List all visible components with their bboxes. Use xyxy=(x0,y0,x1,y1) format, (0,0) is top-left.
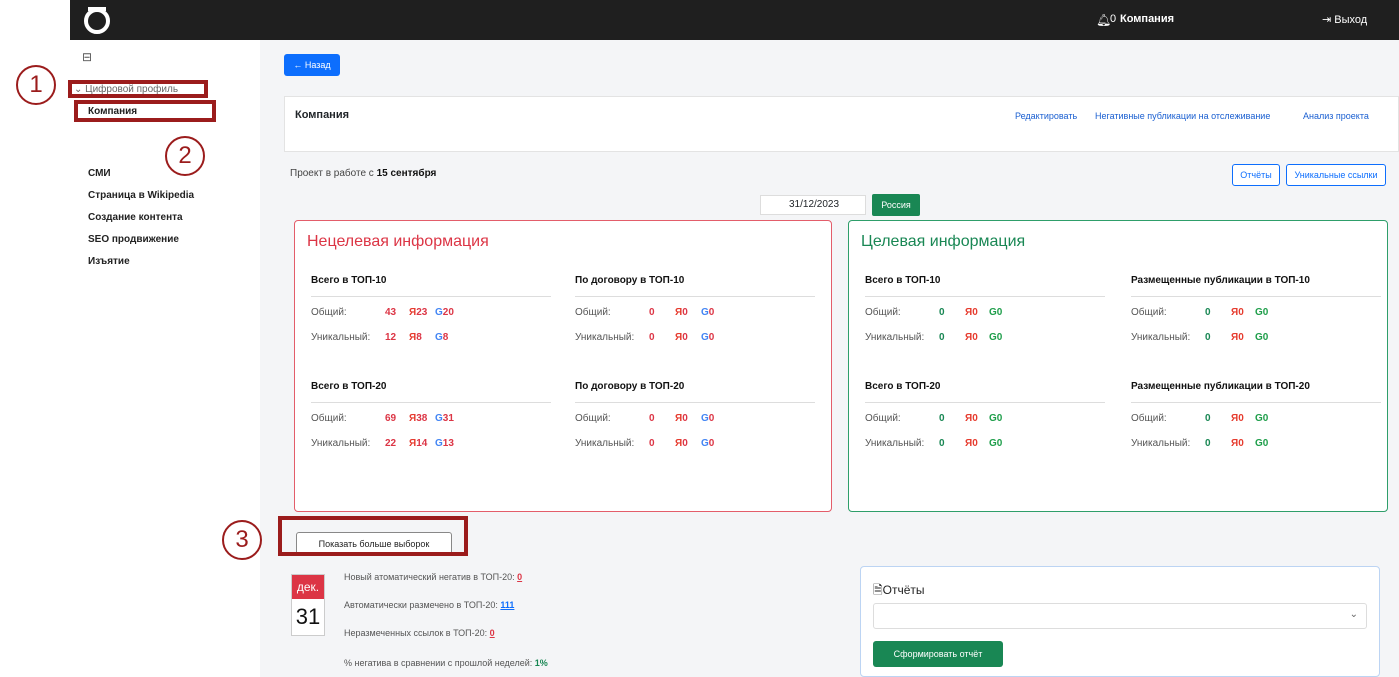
annotation-box-3 xyxy=(278,516,468,556)
project-analysis-link[interactable]: Анализ проекта xyxy=(1303,111,1369,121)
unique-links-button[interactable]: Уникальные ссылки xyxy=(1286,164,1386,186)
stat-row-general: Общий: 69 Я38 G31 xyxy=(311,413,454,424)
stat-block: По договору в ТОП-20 Общий: 0 Я0 G0 Уникаль… xyxy=(575,381,815,453)
chevron-down-icon: ⌄ xyxy=(1349,609,1358,620)
sidebar-item-wikipedia[interactable]: Страница в Wikipedia xyxy=(88,190,194,201)
block-heading: Размещенные публикации в ТОП-20 xyxy=(1131,381,1381,403)
reports-card: 🗎Отчёты ⌄ Сформировать отчёт xyxy=(860,566,1380,677)
logo-icon[interactable] xyxy=(82,5,112,35)
company-header-card: Компания Редактировать Негативные публик… xyxy=(284,96,1399,152)
note-unmarked: Неразмеченных ссылок в ТОП-20: 0 xyxy=(344,628,495,638)
stat-row-general: Общий: 0 Я0 G0 xyxy=(865,307,1003,318)
unmarked-link[interactable]: 0 xyxy=(490,628,495,638)
stat-block: Размещенные публикации в ТОП-20 Общий: 0 Я… xyxy=(1131,381,1381,453)
block-heading: Всего в ТОП-20 xyxy=(311,381,551,403)
stat-row-unique: Уникальный: 0 Я0 G0 xyxy=(575,438,715,449)
sidebar-item-media[interactable]: СМИ xyxy=(88,168,111,179)
card-title: Целевая информация xyxy=(861,233,1026,250)
sidebar-item-removal[interactable]: Изъятие xyxy=(88,256,130,267)
stat-block: Всего в ТОП-10 Общий: 0 Я0 G0 Уникальный: 0 Я… xyxy=(865,275,1105,347)
stat-block: По договору в ТОП-10 Общий: 0 Я0 G0 Уникаль… xyxy=(575,275,815,347)
back-button[interactable]: ← Назад xyxy=(284,54,340,76)
generate-report-button[interactable]: Сформировать отчёт xyxy=(873,641,1003,667)
calendar-month: дек. xyxy=(292,575,324,599)
note-negative-pct: % негатива в сравнении с прошлой неделей… xyxy=(344,658,548,668)
stat-row-general: Общий: 0 Я0 G0 xyxy=(1131,413,1269,424)
reports-button[interactable]: Отчёты xyxy=(1232,164,1280,186)
logout-icon: ⇥ xyxy=(1322,14,1335,26)
main-content: ← Назад Компания Редактировать Негативны… xyxy=(260,40,1399,677)
block-heading: Всего в ТОП-10 xyxy=(865,275,1105,297)
annotation-number-3: 3 xyxy=(222,520,262,560)
auto-negative-link[interactable]: 0 xyxy=(517,572,522,582)
auto-marked-link[interactable]: 111 xyxy=(500,600,514,610)
block-heading: По договору в ТОП-10 xyxy=(575,275,815,297)
stat-row-unique: Уникальный: 0 Я0 G0 xyxy=(1131,438,1269,449)
logout-link[interactable]: ⇥ Выход xyxy=(1322,13,1367,26)
stat-block: Всего в ТОП-20 Общий: 0 Я0 G0 Уникальный: 0 Я… xyxy=(865,381,1105,453)
stat-row-general: Общий: 0 Я0 G0 xyxy=(1131,307,1269,318)
stat-block: Всего в ТОП-20 Общий: 69 Я38 G31 Уникальный… xyxy=(311,381,551,453)
company-name[interactable]: Компания xyxy=(1120,13,1174,25)
block-heading: Размещенные публикации в ТОП-10 xyxy=(1131,275,1381,297)
stat-row-unique: Уникальный: 0 Я0 G0 xyxy=(865,438,1003,449)
app-window: 🔔︎ 0 Компания ⇥ Выход ⊟ ⌄ Цифровой профи… xyxy=(70,0,1399,677)
edit-link[interactable]: Редактировать xyxy=(1015,111,1077,121)
stat-block: Размещенные публикации в ТОП-10 Общий: 0 Я… xyxy=(1131,275,1381,347)
sidebar: ⊟ ⌄ Цифровой профиль Компания СМИ Страни… xyxy=(70,40,260,677)
region-button[interactable]: Россия xyxy=(872,194,920,216)
report-file-icon: 🗎 xyxy=(873,583,883,597)
annotation-number-2: 2 xyxy=(165,136,205,176)
stat-block: Всего в ТОП-10 Общий: 43 Я23 G20 Уникальный… xyxy=(311,275,551,347)
block-heading: Всего в ТОП-20 xyxy=(865,381,1105,403)
notification-count: 0 xyxy=(1110,13,1117,25)
annotation-box-1 xyxy=(68,80,208,98)
sidebar-item-content[interactable]: Создание контента xyxy=(88,212,183,223)
calendar-icon: дек. 31 xyxy=(291,574,325,636)
stat-row-unique: Уникальный: 0 Я0 G0 xyxy=(865,332,1003,343)
stat-row-unique: Уникальный: 22 Я14 G13 xyxy=(311,438,454,449)
negative-tracking-link[interactable]: Негативные публикации на отслеживание xyxy=(1095,111,1270,121)
reports-select[interactable]: ⌄ xyxy=(873,603,1367,629)
topbar: 🔔︎ 0 Компания ⇥ Выход xyxy=(70,0,1399,40)
sidebar-item-seo[interactable]: SEO продвижение xyxy=(88,234,179,245)
stat-row-unique: Уникальный: 0 Я0 G0 xyxy=(575,332,715,343)
stat-row-general: Общий: 0 Я0 G0 xyxy=(865,413,1003,424)
annotation-number-1: 1 xyxy=(16,65,56,105)
date-input[interactable]: 31/12/2023 xyxy=(760,195,866,215)
note-auto-marked: Автоматически размечено в ТОП-20: 111 xyxy=(344,600,515,610)
stat-row-unique: Уникальный: 12 Я8 G8 xyxy=(311,332,449,343)
calendar-day: 31 xyxy=(295,604,321,629)
page-title: Компания xyxy=(295,109,350,121)
bell-icon[interactable]: 🔔︎ xyxy=(1096,13,1111,27)
note-auto-negative: Новый атоматический негатив в ТОП-20: 0 xyxy=(344,572,523,582)
collapse-sidebar-icon[interactable]: ⊟ xyxy=(82,50,92,64)
card-title: Нецелевая информация xyxy=(307,233,489,250)
reports-title: 🗎Отчёты xyxy=(873,583,925,597)
stat-row-general: Общий: 43 Я23 G20 xyxy=(311,307,454,318)
stat-row-unique: Уникальный: 0 Я0 G0 xyxy=(1131,332,1269,343)
block-heading: По договору в ТОП-20 xyxy=(575,381,815,403)
stat-row-general: Общий: 0 Я0 G0 xyxy=(575,413,715,424)
project-since: Проект в работе с 15 сентября xyxy=(290,168,437,179)
stat-row-general: Общий: 0 Я0 G0 xyxy=(575,307,715,318)
block-heading: Всего в ТОП-10 xyxy=(311,275,551,297)
nontarget-info-card: Нецелевая информация Всего в ТОП-10 Общи… xyxy=(294,220,832,512)
annotation-box-2 xyxy=(74,100,216,122)
target-info-card: Целевая информация Всего в ТОП-10 Общий:… xyxy=(848,220,1388,512)
